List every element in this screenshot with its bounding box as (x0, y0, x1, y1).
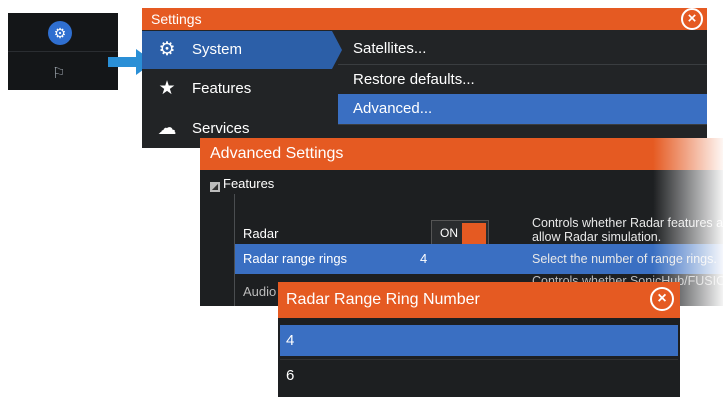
setting-name: Audio (243, 284, 277, 299)
setting-value: 4 (420, 251, 428, 266)
submenu-satellites[interactable]: Satellites... (338, 34, 707, 65)
cloud-icon: ☁ (157, 118, 177, 139)
flag-icon[interactable]: ⚐ (52, 66, 65, 82)
setting-name: Radar range rings (243, 251, 348, 266)
toggle-state: ON (440, 226, 458, 240)
star-icon: ★ (158, 78, 176, 99)
settings-gear-icon[interactable]: ⚙ (48, 21, 72, 45)
settings-window: Settings × ⚙ System ★ Features ☁ Service… (142, 8, 707, 148)
option-6[interactable]: 6 (280, 359, 678, 391)
settings-title: Settings (151, 11, 202, 27)
submenu-label: Satellites... (353, 40, 427, 57)
nav-item-features[interactable]: ★ Features (142, 70, 332, 108)
advanced-settings-window: Advanced Settings ◢ Features Radar ON Con… (200, 138, 723, 306)
nav-item-label: Services (192, 120, 250, 137)
submenu-restore-defaults[interactable]: Restore defaults... (338, 65, 707, 96)
divider (8, 51, 118, 52)
settings-titlebar: Settings × (142, 8, 707, 30)
device-thumbnail: ⚙ ⚐ (8, 13, 118, 90)
submenu-advanced[interactable]: Advanced... (338, 94, 707, 125)
nav-item-system[interactable]: ⚙ System (142, 31, 332, 69)
collapse-icon[interactable]: ◢ (210, 182, 220, 192)
option-label: 4 (286, 332, 295, 349)
setting-row-radar-range-rings[interactable]: Radar range rings 4 Select the number of… (235, 244, 723, 274)
gear-icon: ⚙ (158, 39, 176, 60)
close-icon[interactable]: × (681, 8, 703, 30)
option-4[interactable]: 4 (280, 325, 678, 356)
advanced-titlebar: Advanced Settings (200, 138, 723, 170)
submenu-label: Advanced... (353, 100, 433, 117)
nav-item-label: System (192, 41, 243, 58)
nav-item-label: Features (192, 80, 252, 97)
option-label: 6 (286, 367, 295, 384)
dialog-titlebar: Radar Range Ring Number × (278, 282, 680, 318)
toggle-switch (462, 223, 486, 245)
ring-number-dialog-body: Radar Range Ring Number × 4 6 (278, 282, 680, 397)
advanced-title: Advanced Settings (210, 145, 344, 162)
close-icon[interactable]: × (650, 287, 674, 311)
tree-node-features[interactable]: ◢ Features (210, 176, 274, 192)
setting-name: Radar (243, 226, 279, 241)
tree-node-label: Features (223, 176, 275, 191)
dialog-title: Radar Range Ring Number (286, 291, 480, 308)
fade-overlay (653, 138, 723, 306)
submenu-label: Restore defaults... (353, 71, 475, 88)
